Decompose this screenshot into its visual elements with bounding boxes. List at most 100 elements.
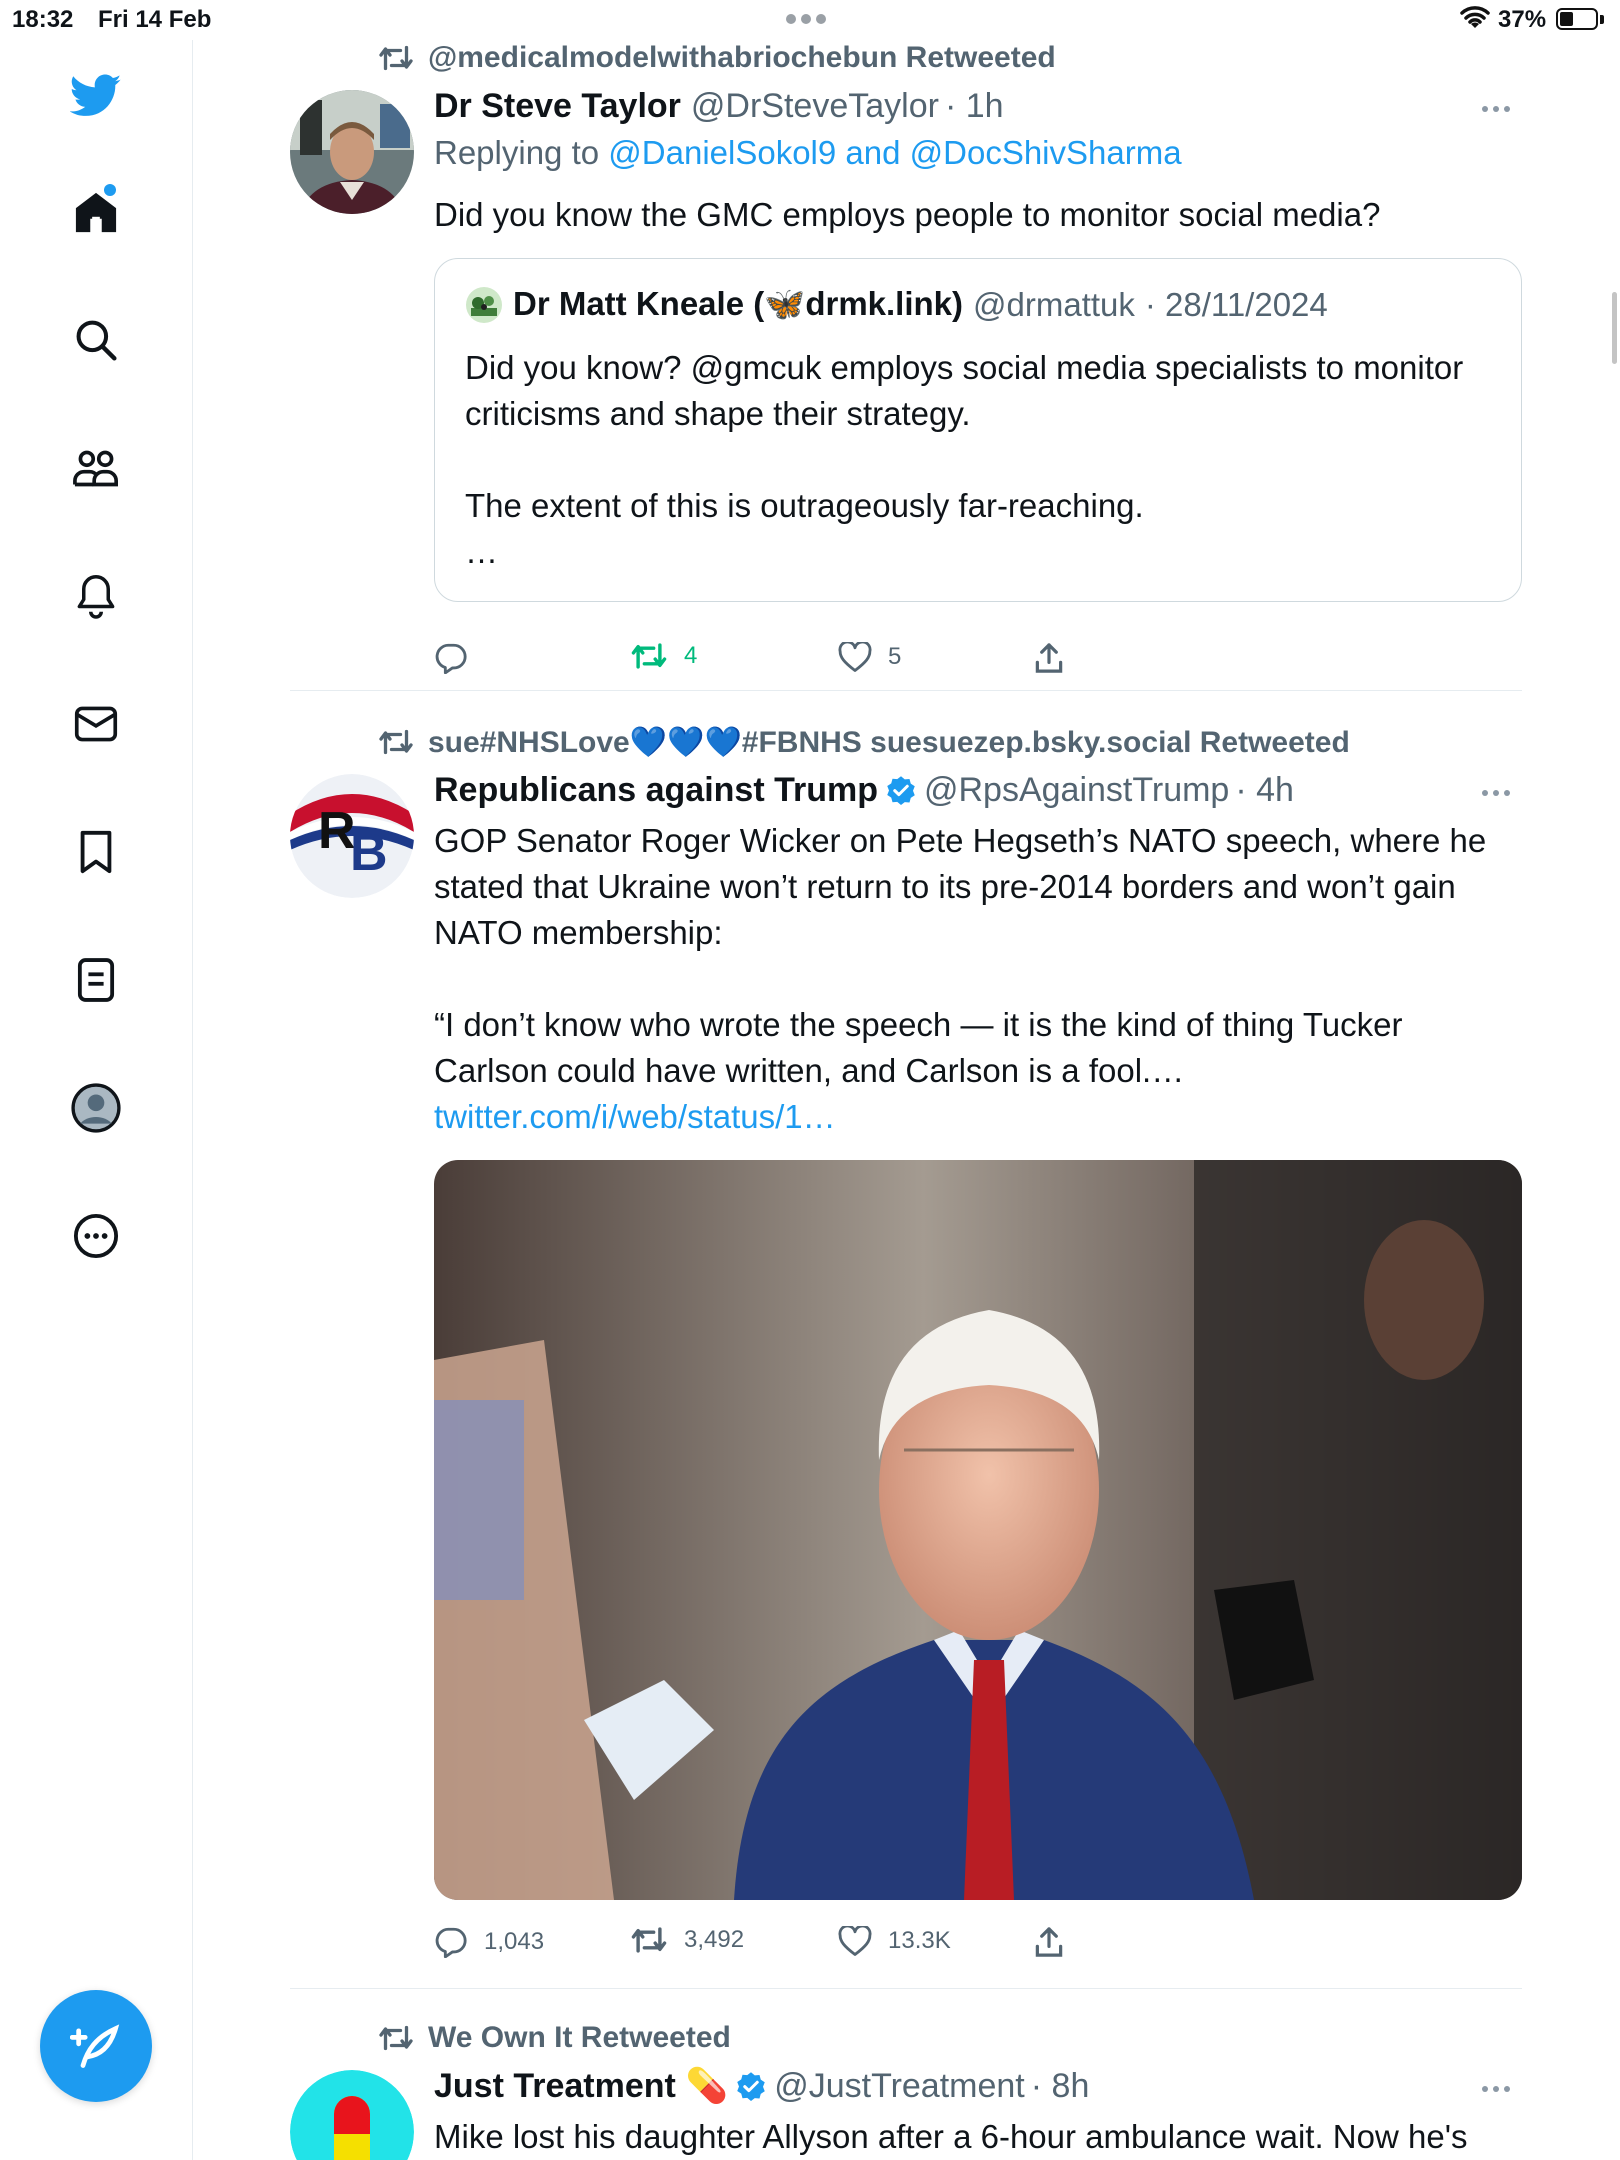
tweet-time[interactable]: · 4h — [1235, 771, 1294, 810]
share-icon — [1035, 1927, 1063, 1957]
tweet-text: GOP Senator Roger Wicker on Pete Hegseth… — [434, 822, 1487, 1135]
lists-icon — [77, 958, 115, 1002]
like-count: 13.3K — [888, 1927, 951, 1954]
retweeted-by-label[interactable]: @medicalmodelwithabriochebun Retweeted — [428, 41, 1056, 75]
author-name[interactable]: Dr Steve Taylor — [434, 87, 681, 126]
replying-to-users[interactable]: @DanielSokol9 and @DocShivSharma — [608, 134, 1181, 171]
retweet-context: @medicalmodelwithabriochebun Retweeted — [379, 38, 1056, 78]
retweet-context: We Own It Retweeted — [379, 2018, 731, 2058]
bell-icon — [77, 575, 115, 619]
verified-badge-icon — [736, 2071, 766, 2101]
reply-icon — [435, 1927, 467, 1958]
home-icon — [75, 192, 117, 233]
avatar[interactable] — [290, 90, 414, 214]
quote-avatar[interactable] — [465, 286, 503, 324]
sidebar-item-lists[interactable] — [64, 948, 128, 1012]
sidebar-item-profile[interactable] — [64, 1076, 128, 1140]
tweet-time[interactable]: · 8h — [1031, 2067, 1090, 2106]
battery-percentage: 37% — [1498, 6, 1547, 33]
avatar[interactable] — [290, 2070, 414, 2160]
multitasking-dots-icon[interactable] — [786, 14, 826, 24]
pill-emoji: 💊 — [685, 2067, 729, 2105]
profile-icon — [71, 1083, 121, 1133]
retweeted-by-label[interactable]: sue#NHSLove💙💙💙#FBNHS suesuezep.bsky.soci… — [428, 725, 1350, 760]
twitter-logo-icon[interactable] — [64, 64, 128, 128]
tweet-card[interactable]: @medicalmodelwithabriochebun Retweeted D… — [290, 38, 1522, 690]
quote-author-handle[interactable]: @drmattuk — [973, 286, 1135, 324]
like-button[interactable]: 5 — [838, 642, 901, 672]
retweet-count: 4 — [684, 642, 698, 669]
heart-icon — [838, 1926, 872, 1956]
sidebar-item-communities[interactable] — [64, 436, 128, 500]
retweet-icon — [631, 643, 667, 669]
tweet-card[interactable]: We Own It Retweeted Just Treatment 💊 @Ju… — [290, 2018, 1520, 2160]
bookmark-icon — [80, 830, 112, 874]
sidebar-nav — [0, 40, 193, 2160]
tweet-card[interactable]: sue#NHSLove💙💙💙#FBNHS suesuezep.bsky.soci… — [290, 722, 1522, 1988]
retweeted-by-label[interactable]: We Own It Retweeted — [428, 2021, 731, 2055]
more-options-icon[interactable] — [1482, 2086, 1510, 2092]
tweet-text: Did you know the GMC employs people to m… — [434, 196, 1381, 233]
divider — [290, 1988, 1522, 1989]
replying-label: Replying to — [434, 134, 600, 171]
tweet-header: Just Treatment 💊 @JustTreatment · 8h — [434, 2064, 1520, 2108]
retweet-icon — [631, 1927, 667, 1953]
status-bar: 18:32 Fri 14 Feb 37% — [0, 0, 1620, 40]
more-options-icon[interactable] — [1482, 790, 1510, 796]
reply-icon — [435, 643, 467, 674]
retweet-button[interactable]: 4 — [630, 642, 697, 670]
scrollbar[interactable] — [1612, 292, 1617, 364]
sidebar-item-bookmarks[interactable] — [64, 820, 128, 884]
heart-icon — [838, 642, 872, 672]
sidebar-item-search[interactable] — [64, 308, 128, 372]
notification-dot — [104, 184, 116, 196]
retweet-icon — [378, 728, 414, 756]
replying-to: Replying to @DanielSokol9 and @DocShivSh… — [434, 134, 1182, 172]
tweet-header: Dr Steve Taylor @DrSteveTaylor · 1h — [434, 84, 1520, 128]
quote-time[interactable]: · 28/11/2024 — [1145, 286, 1328, 324]
sidebar-item-messages[interactable] — [64, 692, 128, 756]
butterfly-emoji: 🦋 — [764, 285, 806, 322]
sidebar-item-notifications[interactable] — [64, 564, 128, 628]
avatar[interactable]: RB — [290, 774, 414, 898]
retweet-count: 3,492 — [684, 1926, 745, 1953]
share-button[interactable] — [1034, 642, 1064, 674]
wifi-icon — [1460, 6, 1490, 32]
share-icon — [1035, 643, 1063, 673]
more-options-icon[interactable] — [1482, 106, 1510, 112]
more-circle-icon — [73, 1213, 119, 1259]
retweet-button[interactable]: 3,492 — [630, 1926, 744, 1954]
status-date: Fri 14 Feb — [98, 6, 212, 33]
quote-header: Dr Matt Kneale (🦋drmk.link) @drmattuk · … — [465, 285, 1328, 324]
tweet-header: Republicans against Trump @RpsAgainstTru… — [434, 768, 1520, 812]
reply-count: 1,043 — [484, 1928, 545, 1955]
avatar-letter-b: B — [350, 824, 388, 882]
share-button[interactable] — [1034, 1926, 1064, 1958]
compose-tweet-button[interactable] — [40, 1990, 152, 2102]
author-handle[interactable]: @DrSteveTaylor — [691, 87, 939, 126]
like-count: 5 — [888, 643, 902, 670]
communities-icon — [73, 450, 118, 487]
tweet-time[interactable]: · 1h — [945, 87, 1004, 126]
author-handle[interactable]: @JustTreatment — [774, 2067, 1025, 2106]
quote-text: Did you know? @gmcuk employs social medi… — [465, 349, 1464, 570]
sidebar-item-more[interactable] — [64, 1204, 128, 1268]
quote-author-name[interactable]: Dr Matt Kneale (🦋drmk.link) — [513, 285, 963, 324]
divider — [290, 690, 1522, 691]
search-icon — [76, 320, 117, 361]
reply-button[interactable] — [434, 642, 484, 674]
quoted-tweet[interactable]: Dr Matt Kneale (🦋drmk.link) @drmattuk · … — [434, 258, 1522, 602]
verified-badge-icon — [886, 775, 916, 805]
status-time: 18:32 — [12, 6, 74, 33]
author-handle[interactable]: @RpsAgainstTrump — [924, 771, 1229, 810]
tweet-text: Mike lost his daughter Allyson after a 6… — [434, 2118, 1468, 2155]
reply-button[interactable]: 1,043 — [434, 1926, 544, 1958]
like-button[interactable]: 13.3K — [838, 1926, 951, 1956]
author-name[interactable]: Just Treatment — [434, 2067, 676, 2106]
tweet-photo[interactable] — [434, 1160, 1522, 1900]
retweet-context: sue#NHSLove💙💙💙#FBNHS suesuezep.bsky.soci… — [379, 722, 1350, 762]
sidebar-item-home[interactable] — [64, 180, 128, 244]
author-name[interactable]: Republicans against Trump — [434, 771, 878, 810]
mail-icon — [74, 706, 118, 742]
tweet-link[interactable]: twitter.com/i/web/status/1… — [434, 1098, 836, 1135]
